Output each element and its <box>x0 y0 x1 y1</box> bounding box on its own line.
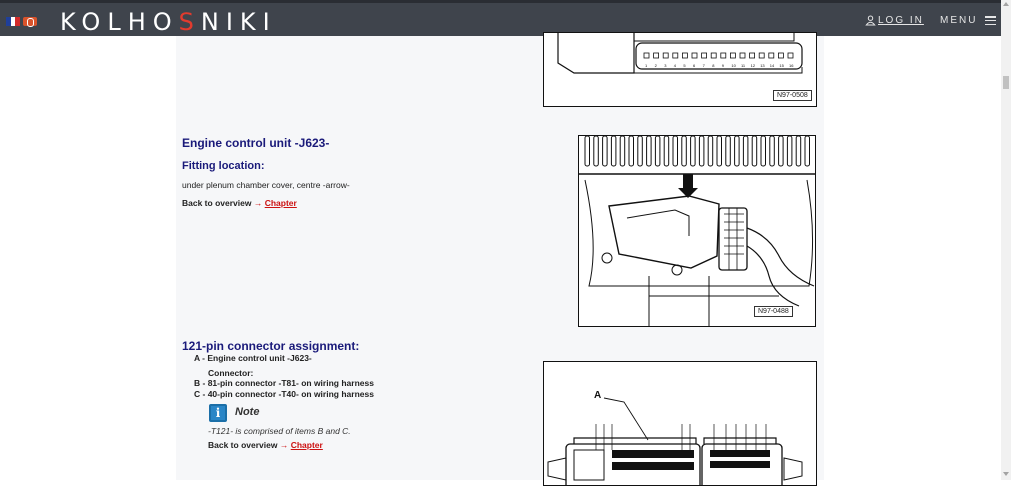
pin-number: 9 <box>722 63 725 68</box>
pin-number: 7 <box>703 63 706 68</box>
scroll-down-icon[interactable] <box>1003 472 1009 476</box>
section-title-ecu: Engine control unit -J623- <box>182 136 330 150</box>
pin-number: 15 <box>779 63 784 68</box>
connector-assignment-figure: A <box>543 361 817 486</box>
back-to-overview: Back to overview → Chapter <box>182 198 297 208</box>
pin-number: 16 <box>789 63 794 68</box>
note-title: Note <box>235 406 260 418</box>
chapter-link[interactable]: Chapter <box>265 198 297 208</box>
figure-id-label: N97-0488 <box>754 306 793 317</box>
ecu-drawing <box>579 136 815 326</box>
pin-number: 1 <box>645 63 648 68</box>
login-link[interactable]: LOG IN <box>865 15 924 26</box>
manual-content: 1 2 3 4 5 6 7 8 9 10 11 12 13 14 15 16 N97-0508 Engine … <box>176 32 824 486</box>
pin-number: 6 <box>693 63 696 68</box>
top-nav-bar: KOLHOSNIKI LOG IN MENU <box>0 0 1001 36</box>
pin-number: 14 <box>770 63 775 68</box>
french-flag-icon[interactable] <box>6 17 21 26</box>
pin-number: 2 <box>655 63 658 68</box>
arrow-right-icon: → <box>279 440 289 450</box>
back-to-overview: Back to overview → Chapter <box>208 440 323 450</box>
menu-button[interactable]: MENU <box>940 15 997 26</box>
info-icon: i <box>209 404 227 422</box>
scroll-thumb[interactable] <box>1003 76 1009 89</box>
arrow-right-icon: → <box>253 198 263 208</box>
pin-number: 3 <box>664 63 667 68</box>
figure-id-label: N97-0508 <box>773 90 812 101</box>
note-text: -T121- is comprised of items B and C. <box>208 426 351 436</box>
pin-number: 4 <box>674 63 677 68</box>
label-a: A <box>594 390 602 401</box>
login-label: LOG IN <box>878 15 924 26</box>
page-scrollbar[interactable] <box>1001 0 1011 480</box>
pin-number: 12 <box>751 63 756 68</box>
connector-label: Connector: <box>208 368 254 378</box>
item-c: C - 40-pin connector -T40- on wiring har… <box>194 389 374 399</box>
language-switch-icon[interactable] <box>23 17 37 27</box>
site-logo[interactable]: KOLHOSNIKI <box>60 8 277 36</box>
ecu-fitting-figure: N97-0488 <box>578 135 816 327</box>
fitting-location-heading: Fitting location: <box>182 160 265 172</box>
hamburger-icon <box>985 16 997 25</box>
connector-drawing <box>547 397 803 485</box>
pin-number: 10 <box>731 63 736 68</box>
language-flags[interactable] <box>6 17 37 27</box>
section-title-connector: 121-pin connector assignment: <box>182 339 360 353</box>
top-connector-figure: 1 2 3 4 5 6 7 8 9 10 11 12 13 14 15 16 N97-0508 <box>543 32 817 107</box>
item-b: B - 81-pin connector -T81- on wiring har… <box>194 378 374 388</box>
scroll-up-icon[interactable] <box>1003 2 1009 6</box>
chapter-link[interactable]: Chapter <box>291 440 323 450</box>
pin-number: 13 <box>760 63 765 68</box>
pin-number: 8 <box>712 63 715 68</box>
pin-number: 5 <box>683 63 686 68</box>
item-a: A - Engine control unit -J623- <box>194 353 312 363</box>
menu-label: MENU <box>940 15 978 26</box>
fitting-location-text: under plenum chamber cover, centre -arro… <box>182 180 350 190</box>
pin-number: 11 <box>741 63 746 68</box>
user-icon <box>865 15 876 26</box>
